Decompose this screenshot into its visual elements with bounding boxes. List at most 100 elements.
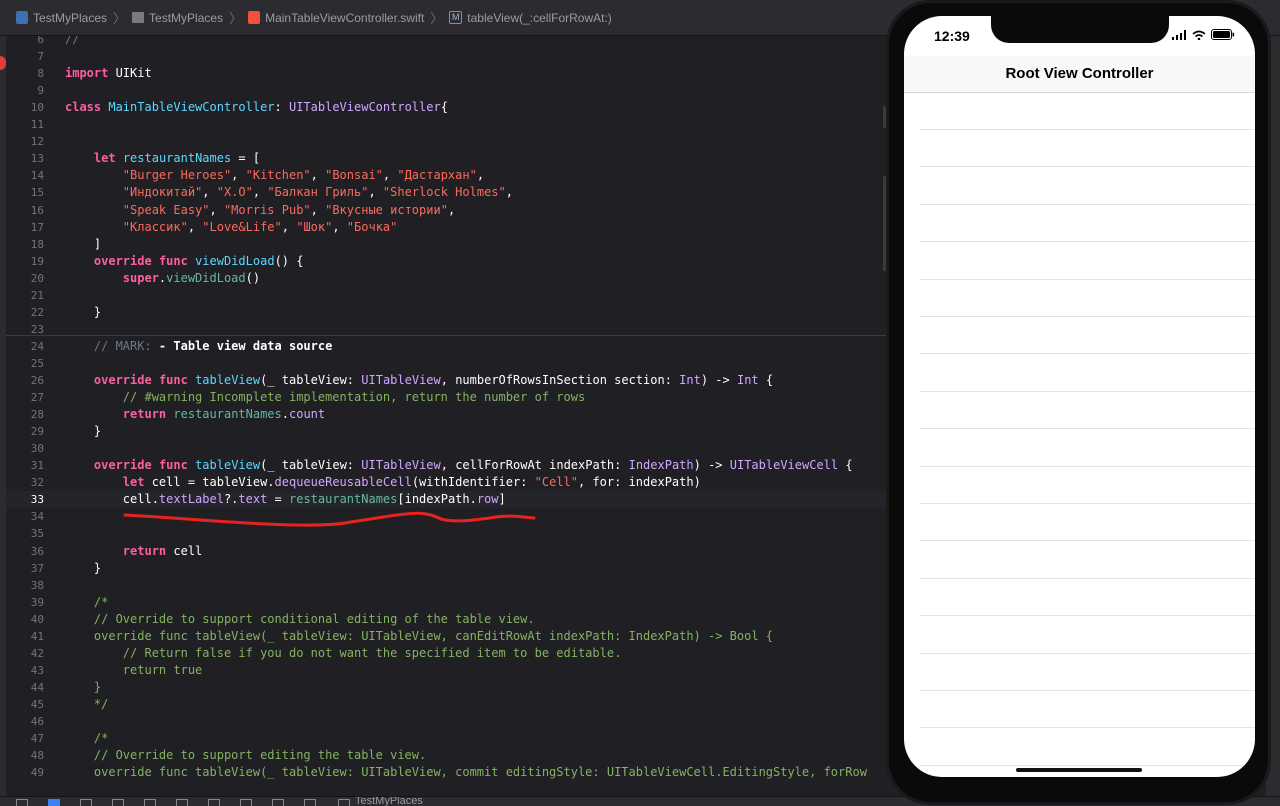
code-line[interactable]: 27 // #warning Incomplete implementation… xyxy=(6,389,886,406)
breadcrumb-method[interactable]: M tableView(_:cellForRowAt:) xyxy=(449,11,612,25)
line-number[interactable]: 48 xyxy=(6,747,44,764)
line-number[interactable]: 14 xyxy=(6,167,44,184)
table-row[interactable] xyxy=(904,280,1255,317)
table-row[interactable] xyxy=(904,729,1255,766)
code-line[interactable]: 46 xyxy=(6,713,886,730)
breadcrumb-file[interactable]: MainTableViewController.swift xyxy=(248,11,424,25)
code-line[interactable]: 36 return cell xyxy=(6,543,886,560)
line-number[interactable]: 8 xyxy=(6,65,44,82)
line-number[interactable]: 37 xyxy=(6,560,44,577)
code-line[interactable]: 8 import UIKit xyxy=(6,65,886,82)
line-number[interactable]: 33 xyxy=(6,491,44,508)
line-number[interactable]: 45 xyxy=(6,696,44,713)
table-row[interactable] xyxy=(904,130,1255,168)
table-row[interactable] xyxy=(904,93,1255,130)
code-line[interactable]: 15 "Индокитай", "X.O", "Балкан Гриль", "… xyxy=(6,184,886,201)
code-line[interactable]: 35 xyxy=(6,525,886,542)
line-number[interactable]: 42 xyxy=(6,645,44,662)
line-number[interactable]: 28 xyxy=(6,406,44,423)
line-number[interactable]: 30 xyxy=(6,440,44,457)
code-line[interactable]: 31 override func tableView(_ tableView: … xyxy=(6,457,886,474)
table-row[interactable] xyxy=(904,542,1255,579)
line-number[interactable]: 17 xyxy=(6,219,44,236)
line-number[interactable]: 6 xyxy=(6,36,44,48)
line-number[interactable]: 39 xyxy=(6,594,44,611)
line-number[interactable]: 20 xyxy=(6,270,44,287)
table-view[interactable] xyxy=(904,93,1255,773)
code-line[interactable]: 41 override func tableView(_ tableView: … xyxy=(6,628,886,645)
code-line[interactable]: 22 } xyxy=(6,304,886,321)
code-line[interactable]: 32 let cell = tableView.dequeueReusableC… xyxy=(6,474,886,491)
code-line[interactable]: 17 "Классик", "Love&Life", "Шок", "Бочка… xyxy=(6,219,886,236)
line-number[interactable]: 47 xyxy=(6,730,44,747)
line-number[interactable]: 29 xyxy=(6,423,44,440)
line-number[interactable]: 11 xyxy=(6,116,44,133)
line-number[interactable]: 15 xyxy=(6,184,44,201)
line-number[interactable]: 21 xyxy=(6,287,44,304)
code-line[interactable]: 14 "Burger Heroes", "Kitchen", "Bonsai",… xyxy=(6,167,886,184)
code-line[interactable]: 42 // Return false if you do not want th… xyxy=(6,645,886,662)
code-line[interactable]: 26 override func tableView(_ tableView: … xyxy=(6,372,886,389)
code-line[interactable]: 13 let restaurantNames = [ xyxy=(6,150,886,167)
line-number[interactable]: 7 xyxy=(6,48,44,65)
code-line[interactable]: 19 override func viewDidLoad() { xyxy=(6,253,886,270)
code-line[interactable]: 34 xyxy=(6,508,886,525)
line-number[interactable]: 22 xyxy=(6,304,44,321)
code-line[interactable]: 39 /* xyxy=(6,594,886,611)
code-line[interactable]: 28 return restaurantNames.count xyxy=(6,406,886,423)
line-number[interactable]: 24 xyxy=(6,338,44,355)
line-number[interactable]: 31 xyxy=(6,457,44,474)
code-line[interactable]: 38 xyxy=(6,577,886,594)
code-line[interactable]: 6 // xyxy=(6,36,886,48)
line-number[interactable]: 35 xyxy=(6,525,44,542)
code-line[interactable]: 7 xyxy=(6,48,886,65)
table-row[interactable] xyxy=(904,654,1255,691)
line-number[interactable]: 44 xyxy=(6,679,44,696)
code-line[interactable]: 10 class MainTableViewController: UITable… xyxy=(6,99,886,116)
line-number[interactable]: 13 xyxy=(6,150,44,167)
table-row[interactable] xyxy=(904,317,1255,355)
breadcrumb-folder[interactable]: TestMyPlaces xyxy=(132,11,223,25)
table-row[interactable] xyxy=(904,504,1255,542)
table-row[interactable] xyxy=(904,243,1255,280)
code-line[interactable]: 37 } xyxy=(6,560,886,577)
line-number[interactable]: 38 xyxy=(6,577,44,594)
breadcrumb-project[interactable]: TestMyPlaces xyxy=(16,11,107,25)
line-number[interactable]: 46 xyxy=(6,713,44,730)
line-number[interactable]: 18 xyxy=(6,236,44,253)
source-editor[interactable]: 6 // 7 8 import UIKit 9 10 class MainTableViewC… xyxy=(6,36,886,796)
table-row[interactable] xyxy=(904,691,1255,729)
line-number[interactable]: 40 xyxy=(6,611,44,628)
line-number[interactable]: 32 xyxy=(6,474,44,491)
line-number[interactable]: 10 xyxy=(6,99,44,116)
table-row[interactable] xyxy=(904,467,1255,504)
code-line[interactable]: 20 super.viewDidLoad() xyxy=(6,270,886,287)
home-indicator[interactable] xyxy=(1016,768,1142,772)
line-number[interactable]: 27 xyxy=(6,389,44,406)
line-number[interactable]: 9 xyxy=(6,82,44,99)
line-number[interactable]: 41 xyxy=(6,628,44,645)
table-row[interactable] xyxy=(904,430,1255,467)
code-line[interactable]: 12 xyxy=(6,133,886,150)
code-line[interactable]: 21 xyxy=(6,287,886,304)
code-line[interactable]: 47 /* xyxy=(6,730,886,747)
table-row[interactable] xyxy=(904,579,1255,617)
line-number[interactable]: 12 xyxy=(6,133,44,150)
table-row[interactable] xyxy=(904,355,1255,392)
code-line[interactable]: 48 // Override to support editing the ta… xyxy=(6,747,886,764)
table-row[interactable] xyxy=(904,205,1255,243)
code-line[interactable]: 9 xyxy=(6,82,886,99)
code-line[interactable]: 25 xyxy=(6,355,886,372)
code-line[interactable]: 40 // Override to support conditional ed… xyxy=(6,611,886,628)
table-row[interactable] xyxy=(904,392,1255,430)
table-row[interactable] xyxy=(904,168,1255,205)
line-number[interactable]: 49 xyxy=(6,764,44,781)
code-line[interactable]: 16 "Speak Easy", "Morris Pub", "Вкусные … xyxy=(6,202,886,219)
line-number[interactable]: 16 xyxy=(6,202,44,219)
code-line[interactable]: 11 xyxy=(6,116,886,133)
code-line[interactable]: 29 } xyxy=(6,423,886,440)
code-line[interactable]: 24 // MARK: - Table view data source xyxy=(6,338,886,355)
line-number[interactable]: 43 xyxy=(6,662,44,679)
line-number[interactable]: 19 xyxy=(6,253,44,270)
line-number[interactable]: 34 xyxy=(6,508,44,525)
